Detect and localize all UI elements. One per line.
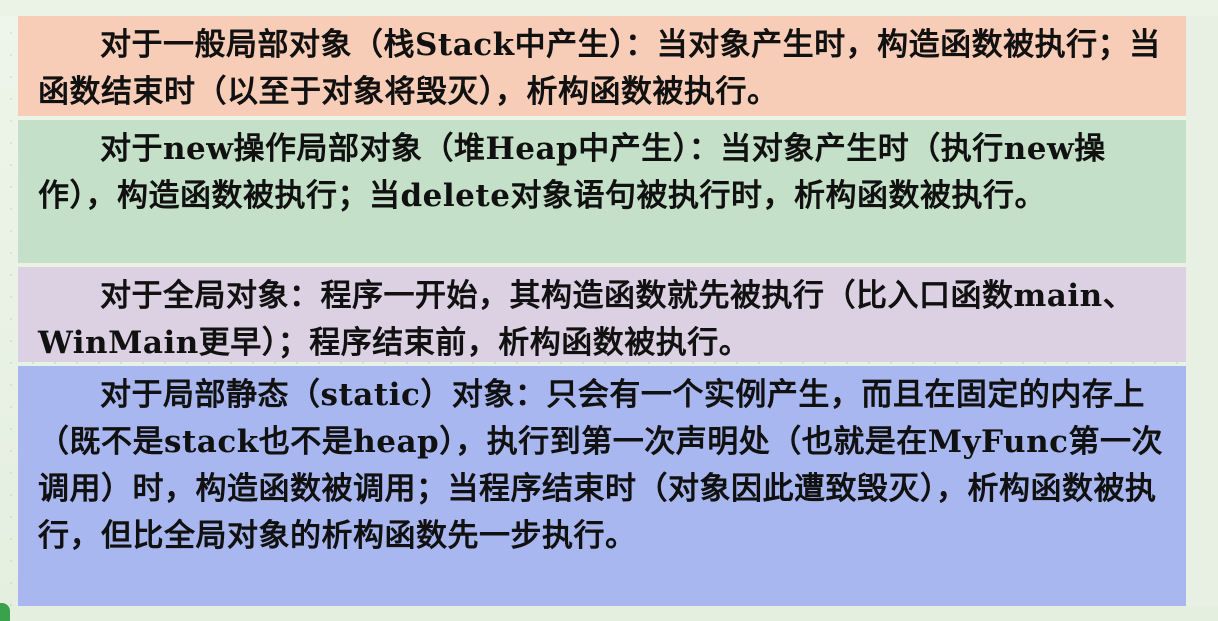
top-edge: [0, 0, 1218, 16]
paragraph-stack-objects: 对于一般局部对象（栈Stack中产生）：当对象产生时，构造函数被执行；当函数结束…: [18, 16, 1186, 116]
corner-accent: [0, 603, 10, 621]
paragraph-static-objects: 对于局部静态（static）对象：只会有一个实例产生，而且在固定的内存上（既不是…: [18, 366, 1186, 606]
right-margin-strip: [1186, 16, 1218, 606]
paragraph-global-objects: 对于全局对象：程序一开始，其构造函数就先被执行（比入口函数main、WinMai…: [18, 267, 1186, 362]
paragraph-heap-objects: 对于new操作局部对象（堆Heap中产生）：当对象产生时（执行new操作），构造…: [18, 120, 1186, 263]
slide-content: 对于一般局部对象（栈Stack中产生）：当对象产生时，构造函数被执行；当函数结束…: [18, 16, 1186, 606]
